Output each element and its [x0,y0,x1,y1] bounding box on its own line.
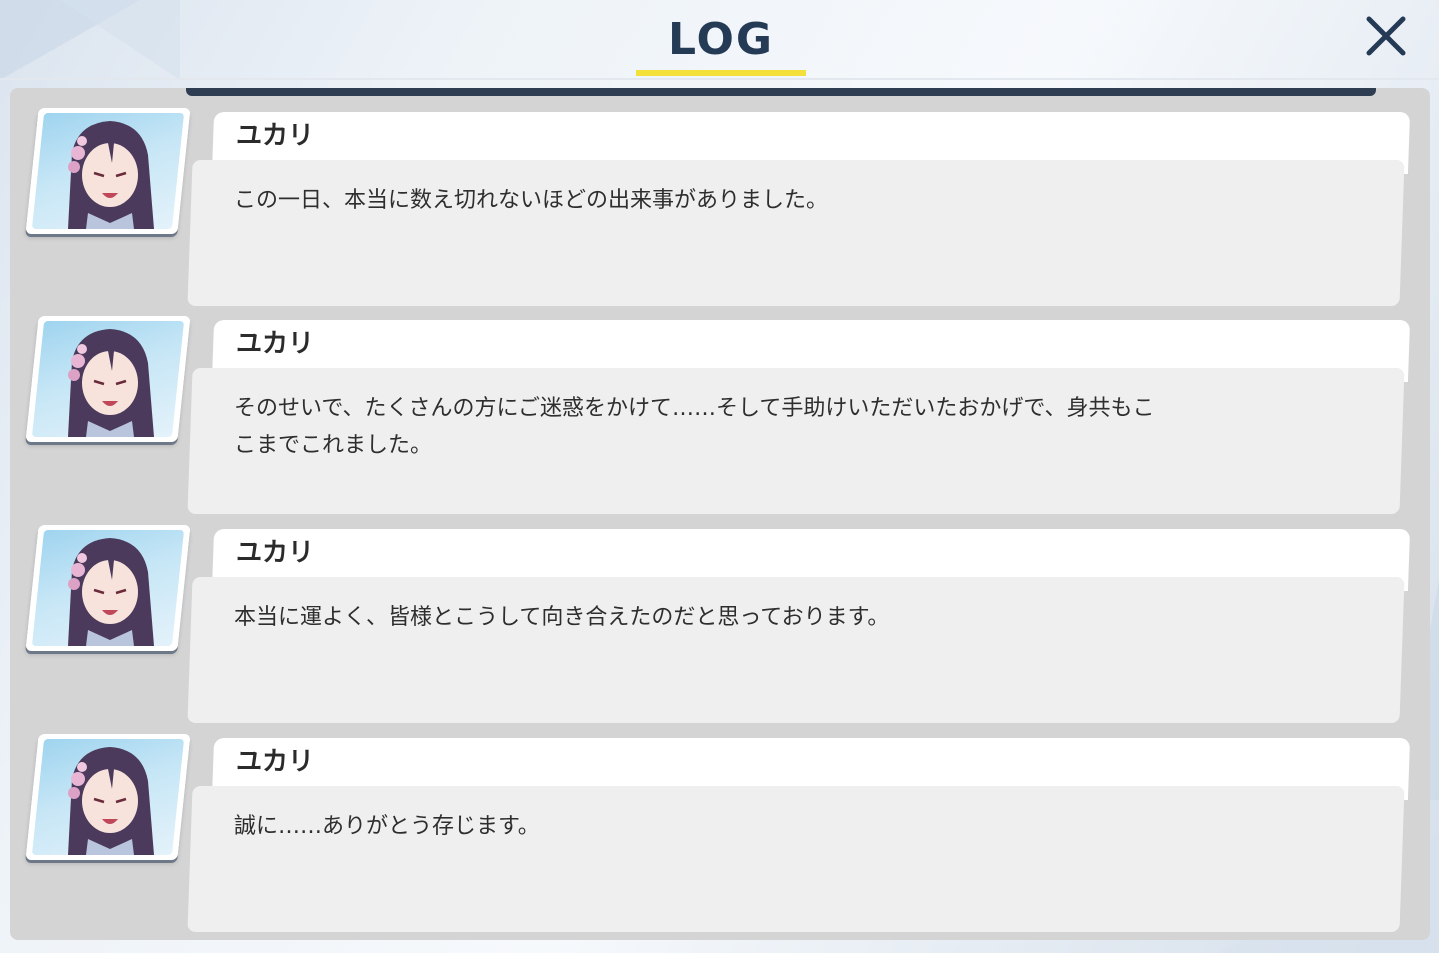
close-icon [1366,16,1406,56]
character-portrait-icon [68,747,154,855]
bubble-tail [196,806,218,842]
character-portrait-icon [68,329,154,437]
bubble-tail [196,180,218,216]
dialogue-text: この一日、本当に数え切れないほどの出来事がありました。 [234,188,829,213]
log-entry: ユカリ 誠に……ありがとう存じます。 [10,714,1430,932]
bubble-tail [196,388,218,424]
log-entry: ユカリ この一日、本当に数え切れないほどの出来事がありました。 [10,88,1430,306]
speaker-name: ユカリ [236,121,315,151]
speaker-name: ユカリ [236,329,315,359]
log-entry: ユカリ そのせいで、たくさんの方にご迷惑をかけて……そして手助けいただいたおかげ… [10,296,1430,514]
log-panel[interactable]: ユカリ この一日、本当に数え切れないほどの出来事がありました。 ユカリ そのせい… [10,88,1430,940]
avatar [25,108,191,234]
log-entry: ユカリ 本当に運よく、皆様とこうして向き合えたのだと思っております。 [10,505,1430,723]
close-button[interactable] [1362,12,1410,60]
dialogue-text: 誠に……ありがとう存じます。 [234,814,540,839]
speaker-name: ユカリ [236,747,315,777]
avatar [25,316,191,442]
character-portrait-icon [68,538,154,646]
speaker-name: ユカリ [236,538,315,568]
title-underline [636,70,806,76]
bubble-tail [196,597,218,633]
avatar [25,525,191,651]
character-portrait-icon [68,121,154,229]
avatar [25,734,191,860]
dialogue-text: そのせいで、たくさんの方にご迷惑をかけて……そして手助けいただいたおかげで、身共… [234,396,1155,458]
log-header: LOG [0,0,1439,80]
dialogue-text: 本当に運よく、皆様とこうして向き合えたのだと思っております。 [234,605,890,630]
page-title: LOG [668,14,774,65]
